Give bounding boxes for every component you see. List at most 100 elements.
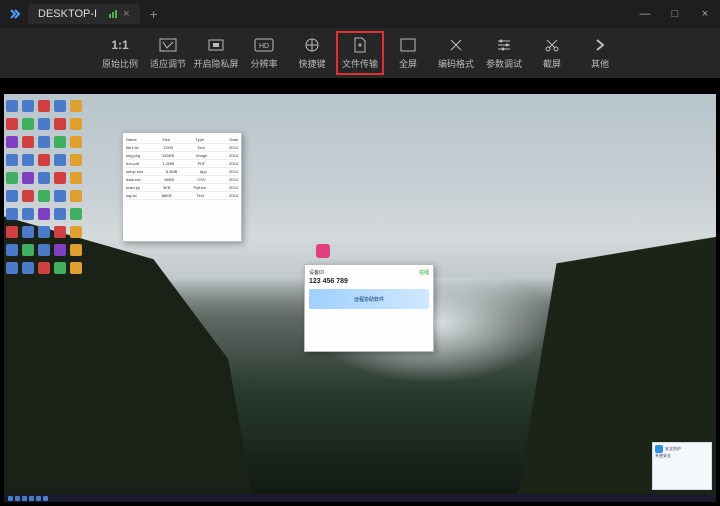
desktop-icon[interactable] bbox=[22, 172, 34, 184]
scissors-icon bbox=[544, 36, 560, 54]
taskbar-item[interactable] bbox=[36, 496, 41, 501]
desktop-icon[interactable] bbox=[38, 154, 50, 166]
desktop-icon[interactable] bbox=[70, 190, 82, 202]
desktop-icon[interactable] bbox=[70, 262, 82, 274]
desktop-icon[interactable] bbox=[70, 208, 82, 220]
taskbar-item[interactable] bbox=[15, 496, 20, 501]
adaptive-adjust-button[interactable]: 适应调节 bbox=[144, 31, 192, 75]
desktop-icon[interactable] bbox=[54, 136, 66, 148]
desktop-icon[interactable] bbox=[38, 262, 50, 274]
fullscreen-button[interactable]: 全屏 bbox=[384, 31, 432, 75]
device-id-value: 123 456 789 bbox=[309, 278, 429, 285]
remote-desktop-icons bbox=[6, 100, 84, 278]
desktop-icon[interactable] bbox=[54, 262, 66, 274]
table-row[interactable]: img.png340KBImage2024 bbox=[126, 152, 238, 160]
desktop-icon[interactable] bbox=[70, 136, 82, 148]
desktop-icon[interactable] bbox=[70, 226, 82, 238]
desktop-icon[interactable] bbox=[22, 136, 34, 148]
table-row[interactable]: file1.txt12KBText2024 bbox=[126, 144, 238, 152]
remote-control-panel-window[interactable]: 设备ID 在线 123 456 789 远程协助软件 bbox=[304, 264, 434, 352]
screenshot-button[interactable]: 截屏 bbox=[528, 31, 576, 75]
desktop-icon[interactable] bbox=[22, 208, 34, 220]
table-row[interactable]: log.txt88KBText2024 bbox=[126, 192, 238, 200]
desktop-icon[interactable] bbox=[54, 190, 66, 202]
file-transfer-icon bbox=[353, 36, 367, 54]
close-button[interactable]: × bbox=[690, 0, 720, 28]
remote-viewport[interactable]: NameSizeTypeDatefile1.txt12KBText2024img… bbox=[0, 78, 720, 506]
desktop-icon[interactable] bbox=[6, 154, 18, 166]
original-ratio-button[interactable]: 1:1 原始比例 bbox=[96, 31, 144, 75]
remote-desktop[interactable]: NameSizeTypeDatefile1.txt12KBText2024img… bbox=[4, 94, 716, 502]
desktop-icon[interactable] bbox=[6, 226, 18, 238]
table-row[interactable]: NameSizeTypeDate bbox=[126, 136, 238, 144]
file-transfer-button[interactable]: 文件传输 bbox=[336, 31, 384, 75]
codec-format-button[interactable]: 编码格式 bbox=[432, 31, 480, 75]
desktop-icon[interactable] bbox=[22, 190, 34, 202]
taskbar-item[interactable] bbox=[22, 496, 27, 501]
signal-strength-icon bbox=[109, 10, 117, 18]
desktop-icon[interactable] bbox=[38, 208, 50, 220]
desktop-icon[interactable] bbox=[6, 172, 18, 184]
table-row[interactable]: doc.pdf1.2MBPDF2024 bbox=[126, 160, 238, 168]
desktop-icon[interactable] bbox=[70, 172, 82, 184]
svg-text:HD: HD bbox=[259, 43, 269, 50]
titlebar: DESKTOP-I × + — □ × bbox=[0, 0, 720, 28]
desktop-icon[interactable] bbox=[54, 154, 66, 166]
table-row[interactable]: setup.exe8.4MBApp2024 bbox=[126, 168, 238, 176]
desktop-icon[interactable] bbox=[38, 100, 50, 112]
desktop-icon[interactable] bbox=[70, 100, 82, 112]
desktop-icon[interactable] bbox=[54, 208, 66, 220]
desktop-icon[interactable] bbox=[6, 190, 18, 202]
desktop-icon[interactable] bbox=[38, 172, 50, 184]
status-badge: 在线 bbox=[419, 269, 429, 276]
desktop-icon[interactable] bbox=[38, 136, 50, 148]
desktop-icon[interactable] bbox=[6, 208, 18, 220]
remote-file-explorer-window[interactable]: NameSizeTypeDatefile1.txt12KBText2024img… bbox=[122, 132, 242, 242]
taskbar-item[interactable] bbox=[29, 496, 34, 501]
remote-app-icon[interactable] bbox=[316, 244, 330, 258]
desktop-icon[interactable] bbox=[22, 118, 34, 130]
desktop-icon[interactable] bbox=[54, 244, 66, 256]
desktop-icon[interactable] bbox=[6, 262, 18, 274]
desktop-icon[interactable] bbox=[6, 244, 18, 256]
new-tab-button[interactable]: + bbox=[150, 6, 158, 22]
desktop-icon[interactable] bbox=[54, 100, 66, 112]
desktop-icon[interactable] bbox=[38, 190, 50, 202]
remote-taskbar[interactable] bbox=[4, 494, 716, 502]
desktop-icon[interactable] bbox=[38, 244, 50, 256]
desktop-icon[interactable] bbox=[22, 226, 34, 238]
desktop-icon[interactable] bbox=[22, 244, 34, 256]
desktop-icon[interactable] bbox=[54, 226, 66, 238]
desktop-icon[interactable] bbox=[54, 172, 66, 184]
file-list: NameSizeTypeDatefile1.txt12KBText2024img… bbox=[123, 133, 241, 203]
resolution-button[interactable]: HD 分辨率 bbox=[240, 31, 288, 75]
taskbar-item[interactable] bbox=[8, 496, 13, 501]
tab-close-button[interactable]: × bbox=[123, 8, 129, 20]
maximize-button[interactable]: □ bbox=[660, 0, 690, 28]
desktop-icon[interactable] bbox=[6, 100, 18, 112]
privacy-screen-button[interactable]: 开启隐私屏 bbox=[192, 31, 240, 75]
desktop-icon[interactable] bbox=[22, 100, 34, 112]
desktop-icon[interactable] bbox=[38, 226, 50, 238]
minimize-button[interactable]: — bbox=[630, 0, 660, 28]
desktop-icon[interactable] bbox=[22, 154, 34, 166]
table-row[interactable]: main.py3KBPython2024 bbox=[126, 184, 238, 192]
desktop-icon[interactable] bbox=[54, 118, 66, 130]
shortcut-key-button[interactable]: 快捷键 bbox=[288, 31, 336, 75]
param-debug-button[interactable]: 参数调试 bbox=[480, 31, 528, 75]
desktop-icon[interactable] bbox=[6, 118, 18, 130]
more-button[interactable]: 其他 bbox=[576, 31, 624, 75]
remote-notification[interactable]: 安全防护 系统安全 bbox=[652, 442, 712, 490]
desktop-icon[interactable] bbox=[22, 262, 34, 274]
taskbar-item[interactable] bbox=[43, 496, 48, 501]
desktop-icon[interactable] bbox=[38, 118, 50, 130]
desktop-icon[interactable] bbox=[70, 118, 82, 130]
shield-icon bbox=[655, 445, 663, 453]
desktop-icon[interactable] bbox=[70, 244, 82, 256]
desktop-icon[interactable] bbox=[70, 154, 82, 166]
desktop-icon[interactable] bbox=[6, 136, 18, 148]
toolbar: 1:1 原始比例 适应调节 开启隐私屏 HD 分辨率 快捷键 文件传输 全屏 编… bbox=[0, 28, 720, 78]
session-tab[interactable]: DESKTOP-I × bbox=[28, 4, 140, 24]
table-row[interactable]: data.csv56KBCSV2024 bbox=[126, 176, 238, 184]
app-logo-icon bbox=[8, 7, 22, 21]
